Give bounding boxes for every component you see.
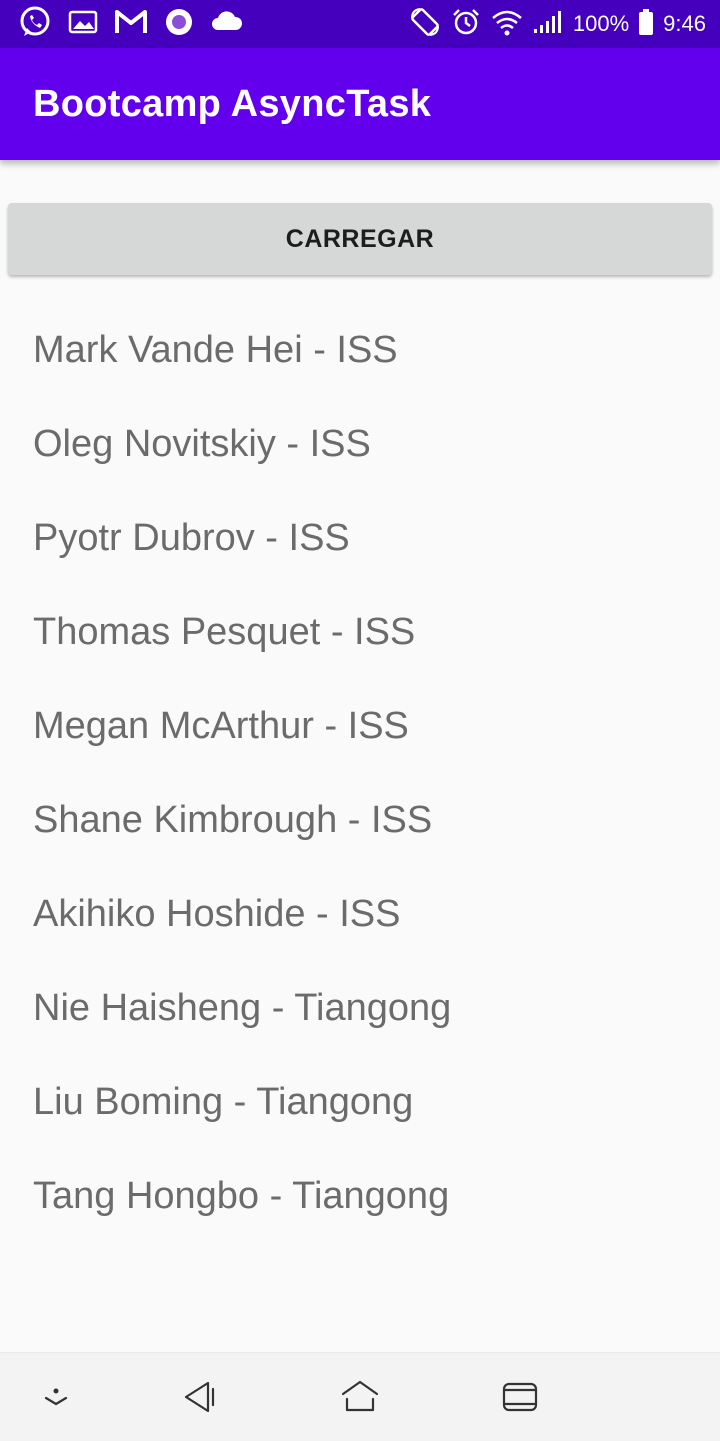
recents-icon[interactable] [498,1375,542,1419]
status-bar: 100% 9:46 [0,0,720,48]
list-item: Tang Hongbo - Tiangong [33,1174,450,1217]
circle-app-icon [164,7,194,42]
hide-nav-icon[interactable] [34,1375,78,1419]
battery-percent: 100% [572,11,630,36]
list-item: Oleg Novitskiy - ISS [33,422,371,465]
whatsapp-icon [18,5,52,44]
gallery-icon [68,9,98,40]
list-item: Thomas Pesquet - ISS [33,610,416,653]
list-item: Nie Haisheng - Tiangong [33,986,452,1029]
load-button[interactable]: CARREGAR [8,203,712,275]
list-item: Pyotr Dubrov - ISS [33,516,350,559]
battery-icon [639,8,654,40]
signal-icon [533,10,563,39]
list-item: Shane Kimbrough - ISS [33,798,433,841]
alarm-icon [451,7,481,42]
navigation-bar [0,1352,720,1441]
app-title: Bootcamp AsyncTask [33,82,432,125]
system-indicators: 100% 9:46 [409,6,706,43]
astronaut-list: Mark Vande Hei - ISS Oleg Novitskiy - IS… [0,303,720,1243]
gmail-icon [114,9,148,40]
list-item: Mark Vande Hei - ISS [33,328,398,371]
list-item: Megan McArthur - ISS [33,704,409,747]
home-icon[interactable] [338,1375,382,1419]
back-icon[interactable] [178,1375,222,1419]
rotate-icon [409,6,441,43]
list-item: Akihiko Hoshide - ISS [33,892,401,935]
notification-icons [18,5,244,44]
list-item: Liu Boming - Tiangong [33,1080,414,1123]
clock: 9:46 [663,11,706,36]
wifi-icon [491,8,523,41]
cloud-icon [210,10,244,39]
app-bar: Bootcamp AsyncTask [0,48,720,160]
